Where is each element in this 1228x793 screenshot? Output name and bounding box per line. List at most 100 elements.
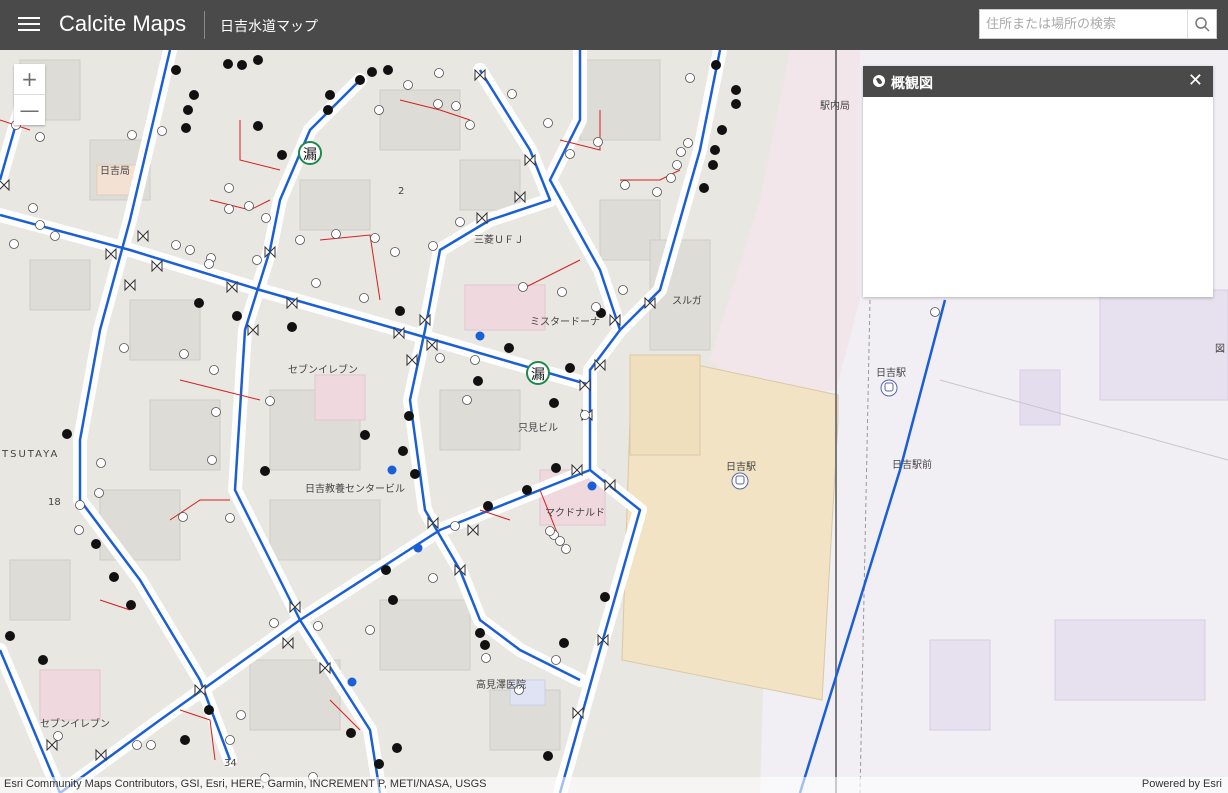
hydrant-point[interactable] [555,536,565,546]
hydrant-point[interactable] [455,217,465,227]
hydrant-point[interactable] [685,73,695,83]
meter-point[interactable] [708,160,718,170]
hydrant-point[interactable] [185,245,195,255]
meter-point[interactable] [699,183,709,193]
meter-point[interactable] [355,75,365,85]
hydrant-point[interactable] [620,180,630,190]
meter-point[interactable] [204,705,214,715]
hydrant-point[interactable] [295,235,305,245]
hydrant-point[interactable] [35,132,45,142]
hydrant-point[interactable] [244,201,254,211]
hydrant-point[interactable] [370,233,380,243]
meter-point[interactable] [480,640,490,650]
meter-point[interactable] [711,60,721,70]
hydrant-point[interactable] [53,731,63,741]
hydrant-point[interactable] [311,278,321,288]
meter-point[interactable] [717,125,727,135]
hydrant-point[interactable] [676,147,686,157]
hydrant-point[interactable] [74,525,84,535]
hydrant-point[interactable] [433,99,443,109]
hydrant-point[interactable] [507,89,517,99]
meter-point[interactable] [504,343,514,353]
hydrant-point[interactable] [178,512,188,522]
hydrant-point[interactable] [28,203,38,213]
meter-point[interactable] [475,628,485,638]
meter-point[interactable] [38,655,48,665]
zoom-in-button[interactable]: + [14,64,45,94]
hydrant-point[interactable] [591,302,601,312]
overview-map[interactable] [863,97,1213,297]
meter-point[interactable] [277,150,287,160]
meter-point[interactable] [325,90,335,100]
hydrant-point[interactable] [224,204,234,214]
hydrant-point[interactable] [313,621,323,631]
hydrant-point[interactable] [9,239,19,249]
hydrant-point[interactable] [209,365,219,375]
hydrant-point[interactable] [132,740,142,750]
hydrant-point[interactable] [207,455,217,465]
meter-point[interactable] [346,728,356,738]
hydrant-point[interactable] [171,240,181,250]
hydrant-point[interactable] [435,353,445,363]
meter-point[interactable] [600,592,610,602]
meter-point[interactable] [543,751,553,761]
hydrant-point[interactable] [35,220,45,230]
meter-point[interactable] [253,121,263,131]
hydrant-point[interactable] [261,213,271,223]
hydrant-point[interactable] [225,513,235,523]
hydrant-point[interactable] [428,573,438,583]
hydrant-point[interactable] [618,285,628,295]
meter-point[interactable] [109,572,119,582]
meter-point[interactable] [374,759,384,769]
zoom-out-button[interactable]: — [14,94,45,125]
hydrant-point[interactable] [561,544,571,554]
hydrant-point[interactable] [450,521,460,531]
meter-point[interactable] [473,376,483,386]
hydrant-point[interactable] [146,740,156,750]
hydrant-point[interactable] [666,173,676,183]
meter-point[interactable] [287,322,297,332]
meter-point[interactable] [223,59,233,69]
leak-marker[interactable]: 漏 [526,361,550,385]
hydrant-point[interactable] [593,137,603,147]
meter-point[interactable] [171,65,181,75]
meter-point[interactable] [194,298,204,308]
hydrant-point[interactable] [470,355,480,365]
hydrant-point[interactable] [565,149,575,159]
meter-point[interactable] [392,743,402,753]
blue-meter-point[interactable] [347,677,357,687]
hydrant-point[interactable] [236,710,246,720]
meter-point[interactable] [559,638,569,648]
meter-point[interactable] [522,485,532,495]
blue-meter-point[interactable] [587,481,597,491]
meter-point[interactable] [189,90,199,100]
meter-point[interactable] [180,735,190,745]
meter-point[interactable] [126,600,136,610]
hydrant-point[interactable] [930,307,940,317]
hydrant-point[interactable] [119,343,129,353]
hydrant-point[interactable] [224,183,234,193]
hydrant-point[interactable] [157,126,167,136]
meter-point[interactable] [549,398,559,408]
hydrant-point[interactable] [451,101,461,111]
hydrant-point[interactable] [672,160,682,170]
hydrant-point[interactable] [269,618,279,628]
hydrant-point[interactable] [481,653,491,663]
powered-by[interactable]: Powered by Esri [1142,778,1222,790]
hydrant-point[interactable] [252,255,262,265]
meter-point[interactable] [404,411,414,421]
meter-point[interactable] [410,469,420,479]
close-icon[interactable]: ✕ [1188,71,1203,91]
hydrant-point[interactable] [403,80,413,90]
hydrant-point[interactable] [204,259,214,269]
meter-point[interactable] [381,565,391,575]
meter-point[interactable] [551,463,561,473]
hydrant-point[interactable] [211,407,221,417]
meter-point[interactable] [62,429,72,439]
hydrant-point[interactable] [543,118,553,128]
hydrant-point[interactable] [374,105,384,115]
hydrant-point[interactable] [265,396,275,406]
hydrant-point[interactable] [557,287,567,297]
hydrant-point[interactable] [96,458,106,468]
meter-point[interactable] [731,85,741,95]
